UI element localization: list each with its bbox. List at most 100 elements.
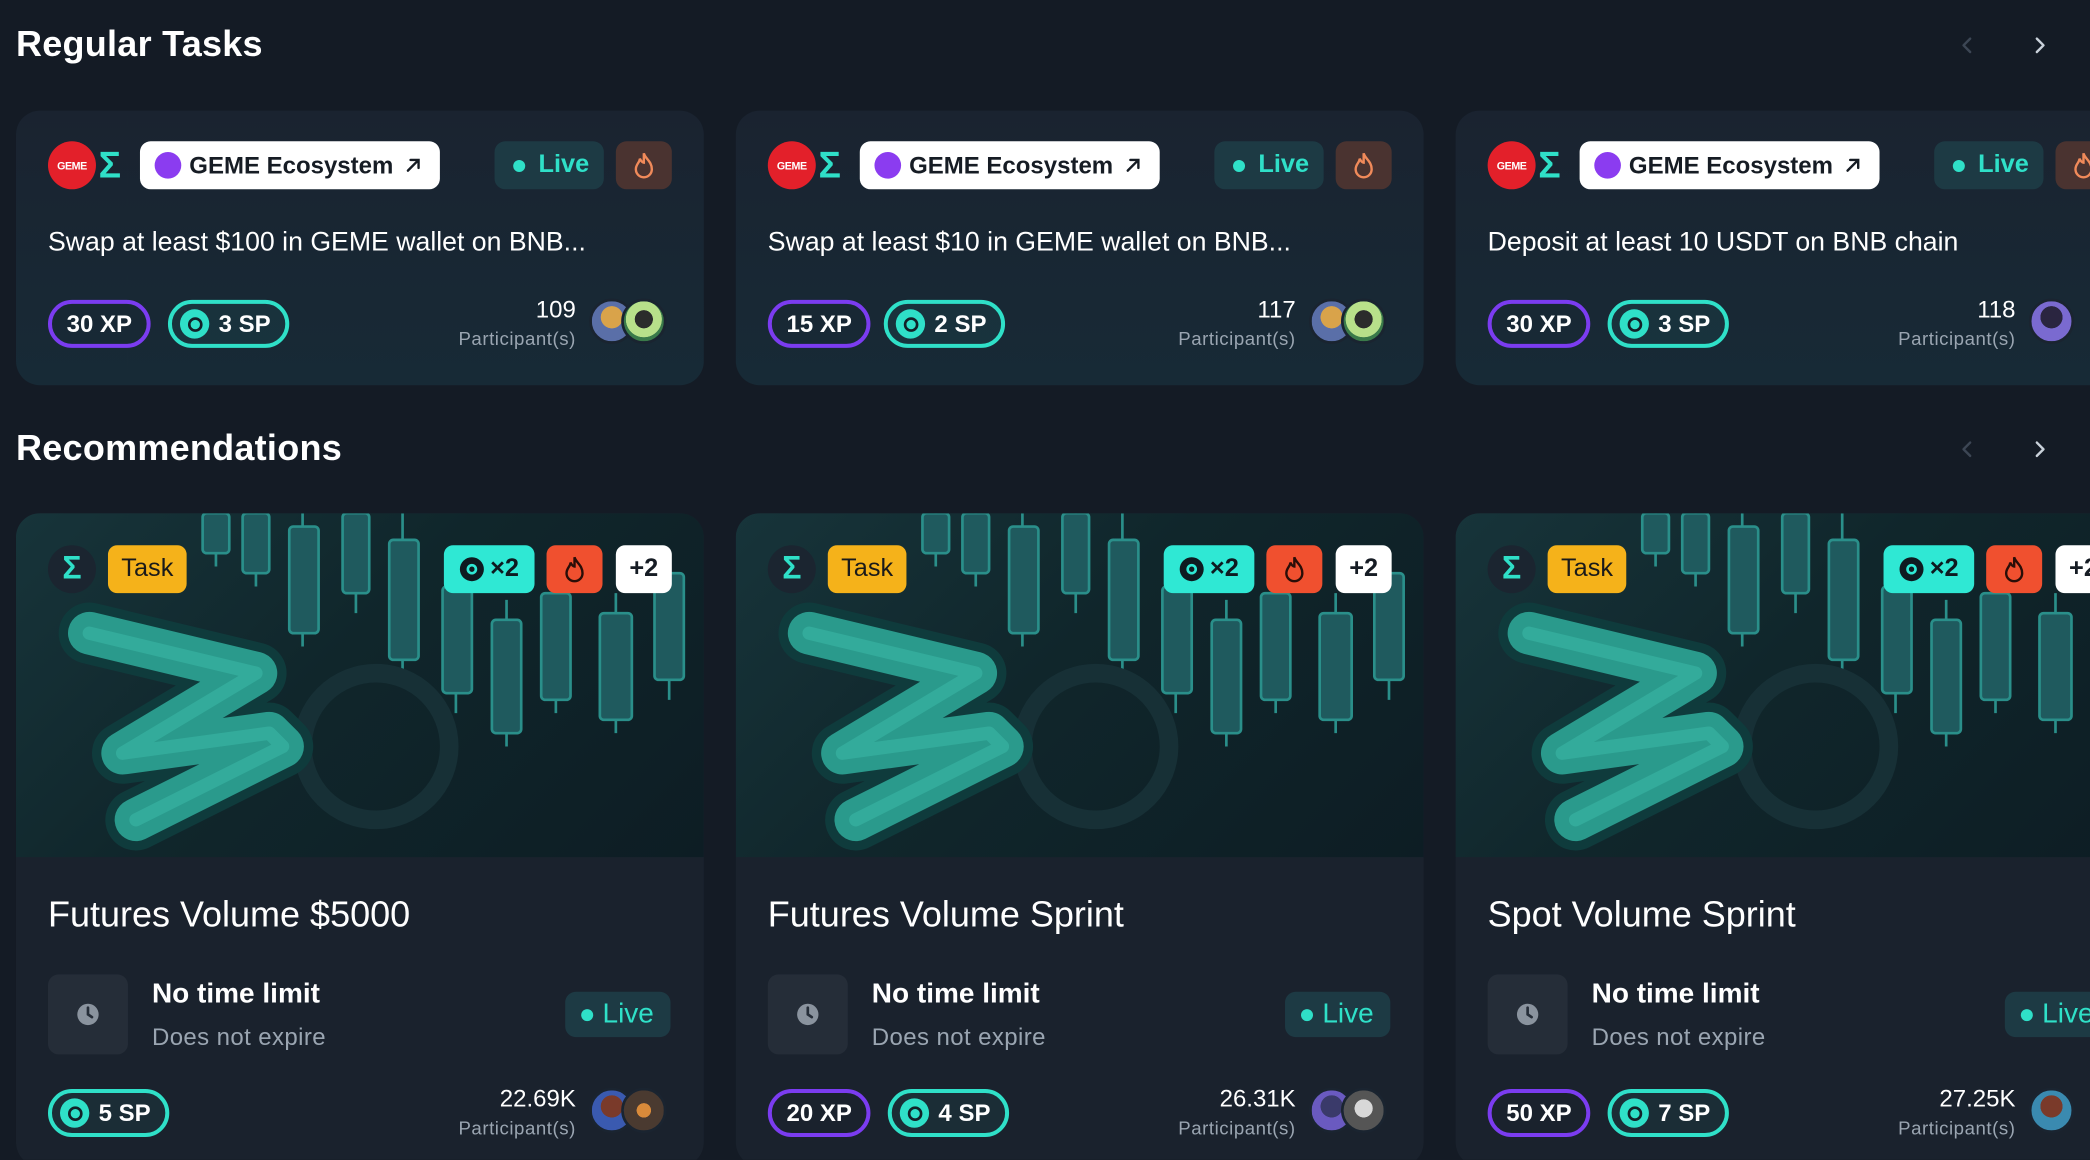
regular-task-card[interactable]: GEME Σ GEME Ecosystem Live Swap at least… (15, 110, 704, 386)
status-badge: Live (2004, 991, 2090, 1038)
sigma-logo-icon: Σ (818, 143, 841, 186)
live-dot-icon (1233, 159, 1246, 172)
participant-count: 26.31K (1219, 1085, 1296, 1112)
recommendation-card[interactable]: Σ Task ×2 +2 Futures Volume Sprint No ti… (735, 513, 1424, 1160)
xp-reward-badge: 30 XP (47, 299, 151, 348)
status-label: Live (602, 998, 654, 1030)
participant-label: Participant(s) (1178, 327, 1296, 350)
sp-reward-label: 4 SP (938, 1099, 991, 1126)
task-type-tag: Task (107, 545, 187, 594)
time-limit-subtitle: Does not expire (871, 1023, 1046, 1051)
regular-task-card[interactable]: GEME Σ GEME Ecosystem Live Deposit at le… (1455, 110, 2090, 386)
ecosystem-link[interactable]: GEME Ecosystem (859, 141, 1160, 190)
ecosystem-label: GEME Ecosystem (909, 151, 1114, 178)
participant-count: 27.25K (1939, 1085, 2016, 1112)
fire-icon (1266, 545, 1323, 594)
participant-count: 118 (1977, 295, 2016, 323)
participant-label: Participant(s) (1898, 327, 2016, 350)
participant-label: Participant(s) (458, 1117, 576, 1139)
boost-multiplier-badge: ×2 (1883, 545, 1975, 594)
chevron-left-icon (1962, 37, 1972, 54)
participant-avatars (2028, 1087, 2075, 1134)
sp-reward-label: 3 SP (1658, 309, 1711, 337)
sp-token-icon (1179, 557, 1204, 582)
participant-count: 117 (1257, 295, 1296, 323)
sp-token-icon (1619, 309, 1649, 339)
xp-reward-badge: 30 XP (1487, 299, 1591, 348)
fire-icon (615, 141, 672, 190)
sp-token-icon (899, 1098, 930, 1128)
recommendations-next-button[interactable] (2023, 433, 2055, 465)
status-label: Live (2042, 998, 2090, 1030)
status-badge: Live (1214, 141, 1324, 190)
participant-avatars (589, 298, 667, 344)
status-label: Live (538, 150, 590, 179)
recommendations-heading: Recommendations (15, 427, 342, 468)
live-dot-icon (581, 1008, 594, 1021)
sp-reward-badge: 2 SP (883, 299, 1006, 348)
clock-icon (767, 974, 848, 1055)
recommendation-card[interactable]: Σ Task ×2 +2 Futures Volume $5000 No tim… (15, 513, 704, 1160)
sp-reward-label: 5 SP (98, 1099, 151, 1126)
sp-reward-badge: 3 SP (1607, 299, 1729, 348)
status-label: Live (1258, 150, 1310, 179)
sp-reward-badge: 5 SP (47, 1089, 170, 1138)
recommendation-title: Spot Volume Sprint (1487, 894, 1796, 935)
participant-avatars (2028, 298, 2075, 344)
fire-icon (546, 545, 603, 594)
time-limit-subtitle: Does not expire (1591, 1023, 1766, 1051)
more-tags-badge: +2 (1335, 545, 1392, 594)
recommendations-carousel: Σ Task ×2 +2 Futures Volume $5000 No tim… (15, 513, 2090, 1160)
task-hub-page: Regular Tasks GEME Σ GEME Ecosystem Live (0, 0, 2090, 1160)
time-limit-title: No time limit (1591, 978, 1760, 1010)
recommendation-card[interactable]: Σ Task ×2 +2 Spot Volume Sprint No time … (1455, 513, 2090, 1160)
sigma-logo-icon: Σ (1487, 545, 1536, 594)
clock-icon (1487, 974, 1568, 1055)
sp-reward-label: 2 SP (934, 309, 987, 337)
geme-logo-icon: GEME (1487, 141, 1536, 190)
ecosystem-label: GEME Ecosystem (1628, 151, 1833, 178)
avatar (1340, 1087, 1387, 1134)
boost-label: ×2 (490, 554, 519, 583)
recommendation-title: Futures Volume $5000 (47, 894, 411, 935)
xp-reward-badge: 50 XP (1487, 1089, 1591, 1138)
external-link-arrow-icon (406, 158, 420, 172)
participant-count: 22.69K (499, 1085, 576, 1112)
fire-icon (2055, 141, 2090, 190)
avatar (2028, 298, 2075, 344)
ecosystem-link[interactable]: GEME Ecosystem (139, 141, 440, 190)
ecosystem-dot-icon (1594, 151, 1621, 179)
sp-reward-badge: 3 SP (167, 299, 290, 348)
avatar (621, 298, 667, 344)
status-label: Live (1978, 150, 2029, 179)
live-dot-icon (513, 159, 526, 172)
regular-task-card[interactable]: GEME Σ GEME Ecosystem Live Swap at least… (735, 110, 1424, 386)
boost-multiplier-badge: ×2 (1163, 545, 1255, 594)
sp-reward-badge: 7 SP (1607, 1089, 1729, 1138)
sp-token-icon (179, 309, 210, 339)
sp-reward-label: 7 SP (1658, 1099, 1711, 1126)
time-limit-title: No time limit (151, 978, 320, 1010)
task-title: Swap at least $10 in GEME wallet on BNB.… (767, 227, 1291, 258)
geme-logo-icon: GEME (767, 141, 816, 190)
more-tags-badge: +2 (615, 545, 672, 594)
recommendations-prev-button[interactable] (1952, 433, 1984, 465)
status-badge: Live (565, 991, 670, 1038)
status-badge: Live (1934, 141, 2044, 190)
participant-avatars (1309, 298, 1387, 344)
avatar (1340, 298, 1387, 344)
regular-tasks-heading: Regular Tasks (15, 23, 263, 64)
sigma-logo-icon: Σ (47, 545, 96, 594)
regular-tasks-prev-button[interactable] (1952, 29, 1984, 61)
more-tags-badge: +2 (2055, 545, 2090, 594)
ecosystem-link[interactable]: GEME Ecosystem (1579, 141, 1880, 190)
regular-tasks-next-button[interactable] (2023, 29, 2055, 61)
time-limit-title: No time limit (871, 978, 1040, 1010)
chevron-right-icon (2035, 441, 2045, 458)
sp-reward-badge: 4 SP (887, 1089, 1010, 1138)
task-type-tag: Task (1547, 545, 1627, 594)
chevron-right-icon (2035, 37, 2045, 54)
participant-label: Participant(s) (458, 327, 576, 350)
brand-logo: GEME Σ (47, 141, 121, 190)
ecosystem-dot-icon (154, 151, 182, 179)
